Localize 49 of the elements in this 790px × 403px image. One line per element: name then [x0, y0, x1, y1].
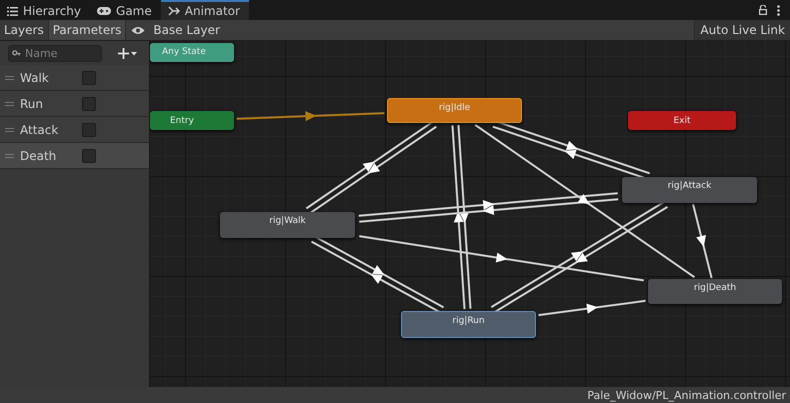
search-field[interactable]: Name [8, 44, 102, 62]
drag-handle-icon[interactable] [5, 154, 14, 158]
checkbox[interactable] [82, 122, 96, 136]
auto-live-link-button[interactable]: Auto Live Link [694, 20, 790, 40]
transition-arrow[interactable] [538, 300, 646, 316]
controller-path: Pale_Widow/PL_Animation.controller [587, 388, 786, 402]
checkbox[interactable] [82, 96, 96, 110]
animator-icon [168, 6, 180, 16]
transition-arrow[interactable] [692, 204, 713, 278]
state-node[interactable]: Entry [150, 111, 234, 130]
parameter-row[interactable]: Death [0, 143, 149, 169]
parameter-row[interactable]: Walk [0, 65, 149, 91]
state-node[interactable]: rig|Death [648, 279, 782, 304]
list-icon [7, 6, 18, 16]
checkbox[interactable] [82, 70, 96, 84]
eye-icon[interactable] [131, 26, 146, 34]
transition-arrow-pair[interactable] [358, 192, 618, 223]
lock-icon[interactable] [759, 5, 767, 15]
state-node[interactable]: rig|Walk [220, 212, 355, 238]
checkbox[interactable] [82, 148, 96, 162]
window-tab[interactable]: Hierarchy [0, 0, 90, 20]
state-node[interactable]: rig|Attack [622, 177, 757, 203]
parameters-tab[interactable]: Parameters [48, 20, 126, 40]
parameter-name: Attack [20, 122, 60, 136]
transition-arrow-pair[interactable] [451, 124, 472, 310]
parameter-row[interactable]: Attack [0, 117, 149, 143]
transition-arrow-pair[interactable] [492, 120, 650, 180]
parameter-name: Run [20, 96, 44, 110]
window-tab[interactable]: Game [90, 0, 161, 20]
graph-canvas[interactable]: Any State Entry rig|Idle Exit rig|Attack rig|Walk rig|Death rig|Run [150, 41, 790, 387]
parameter-row[interactable]: Run [0, 91, 149, 117]
search-icon [12, 50, 21, 56]
more-icon[interactable] [777, 4, 780, 16]
gamepad-icon [97, 7, 112, 15]
drag-handle-icon[interactable] [5, 76, 14, 80]
transition-arrow-pair[interactable] [311, 235, 444, 314]
parameter-name: Death [20, 148, 58, 162]
transition-arrow-pair[interactable] [490, 200, 668, 314]
layers-tab[interactable]: Layers [0, 20, 49, 40]
drag-handle-icon[interactable] [5, 102, 14, 106]
state-node[interactable]: Exit [628, 111, 736, 130]
parameter-name: Walk [20, 70, 50, 84]
add-icon[interactable] [118, 48, 138, 58]
drag-handle-icon[interactable] [5, 128, 14, 132]
state-node[interactable]: rig|Run [401, 311, 536, 338]
window-tab[interactable]: Animator [160, 0, 249, 20]
transition-arrow-pair[interactable] [306, 120, 437, 214]
breadcrumb[interactable]: Base Layer [151, 20, 230, 40]
transition-arrow[interactable] [359, 235, 644, 282]
